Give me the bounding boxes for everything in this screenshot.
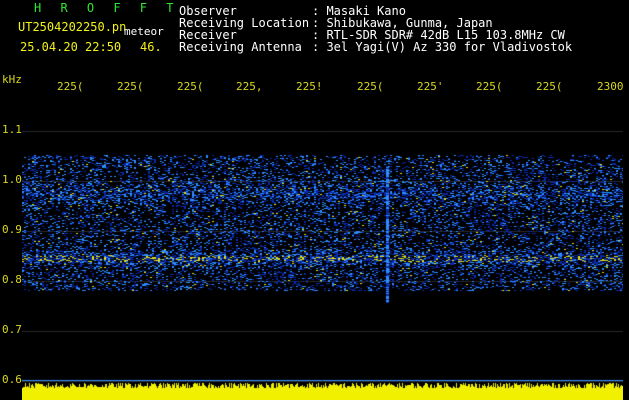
x-tick: 225, [236, 80, 263, 93]
x-tick: 225( [357, 80, 384, 93]
seconds: 46. [140, 40, 162, 54]
datetime: 25.04.20 22:50 [20, 40, 122, 54]
spectrogram [22, 100, 623, 400]
antenna-label: Receiving Antenna [179, 40, 302, 54]
x-tick: 225! [296, 80, 323, 93]
y-tick: 0.7 [2, 323, 22, 336]
x-tick: 225( [57, 80, 84, 93]
y-tick: 1.0 [2, 173, 22, 186]
y-unit-label: kHz [2, 73, 22, 86]
x-tick: 2300 [597, 80, 624, 93]
x-tick: 225( [536, 80, 563, 93]
y-tick: 0.6 [2, 373, 22, 386]
x-tick: 225( [117, 80, 144, 93]
app-title: H R O F F T [34, 1, 180, 15]
y-tick: 0.9 [2, 223, 22, 236]
mode-label: meteor [124, 25, 164, 38]
antenna-value: : 3el Yagi(V) Az 330 for Vladivostok [312, 40, 573, 54]
x-tick: 225( [476, 80, 503, 93]
hrofft-screen: H R O F F T UT2504202250.pn meteor 25.04… [0, 0, 629, 400]
x-tick: 225( [177, 80, 204, 93]
x-tick: 225' [417, 80, 444, 93]
filename: UT2504202250.pn [18, 20, 127, 34]
y-tick: 1.1 [2, 123, 22, 136]
y-tick: 0.8 [2, 273, 22, 286]
